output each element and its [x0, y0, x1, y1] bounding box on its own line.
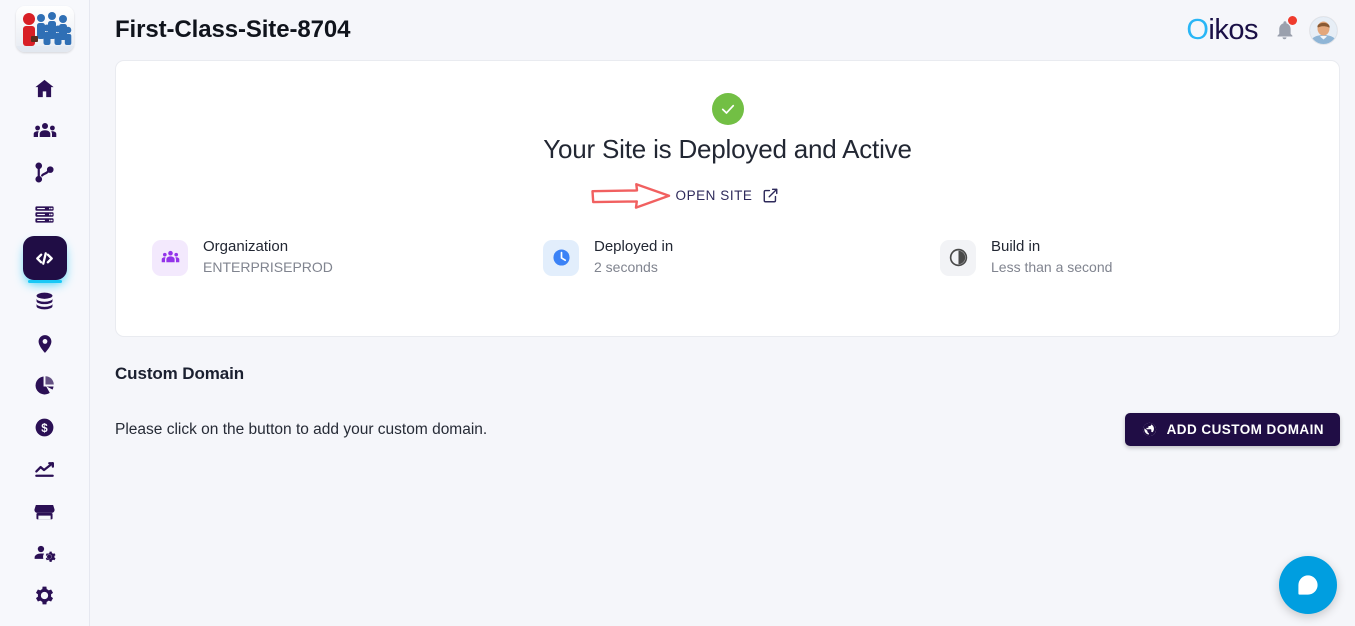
- stat-value: Less than a second: [991, 259, 1113, 276]
- stat-value: 2 seconds: [594, 259, 658, 276]
- dollar-circle-icon: $: [35, 418, 54, 437]
- add-custom-domain-label: ADD CUSTOM DOMAIN: [1166, 422, 1324, 437]
- sidebar-item-billing[interactable]: $: [23, 407, 67, 448]
- sidebar-item-teams[interactable]: [23, 110, 67, 151]
- page-title: First-Class-Site-8704: [115, 16, 351, 43]
- brand-logo[interactable]: [15, 6, 74, 52]
- notifications-button[interactable]: [1272, 16, 1297, 43]
- sidebar-item-code[interactable]: [22, 236, 67, 283]
- stat-label: Build in: [991, 238, 1041, 255]
- deploy-status-card: Your Site is Deployed and Active OPEN SI…: [115, 60, 1340, 337]
- stat-build-in: Build in Less than a second: [926, 237, 1339, 278]
- external-link-icon: [764, 188, 778, 203]
- map-pin-icon: [38, 334, 51, 353]
- stat-label: Deployed in: [594, 238, 674, 255]
- chat-widget-button[interactable]: [1279, 556, 1337, 614]
- code-brackets-icon: [36, 251, 53, 265]
- git-branch-icon: [35, 162, 54, 183]
- stat-text: Organization ENTERPRISEPROD: [203, 237, 333, 278]
- storefront-icon: [34, 504, 55, 520]
- people-group-logo: [15, 6, 74, 52]
- stat-label: Organization: [203, 238, 289, 255]
- sidebar-item-trends[interactable]: [23, 449, 67, 490]
- sidebar-item-database[interactable]: [23, 281, 67, 322]
- hand-drawn-arrow: [590, 182, 670, 209]
- deploy-stats-row: Organization ENTERPRISEPROD Deployed in …: [116, 237, 1339, 278]
- deploy-heading: Your Site is Deployed and Active: [543, 134, 912, 164]
- add-custom-domain-button[interactable]: ADD CUSTOM DOMAIN: [1124, 413, 1340, 446]
- stat-text: Deployed in 2 seconds: [594, 237, 673, 278]
- people-group-small-icon: [161, 251, 179, 263]
- sidebar-item-settings[interactable]: [23, 575, 67, 616]
- chat-bubble-icon: [1298, 575, 1318, 595]
- sidebar-item-analytics[interactable]: [23, 365, 67, 406]
- topbar: First-Class-Site-8704 Oikos: [90, 0, 1355, 60]
- green-check-circle: [711, 93, 744, 125]
- custom-domain-row: Please click on the button to add your c…: [115, 413, 1340, 446]
- open-site-label: OPEN SITE: [675, 188, 753, 203]
- app-root: $ First-Class-Site-8704 Oikos Your Site …: [0, 0, 1355, 626]
- people-icon: [33, 122, 56, 137]
- stat-deployed-in: Deployed in 2 seconds: [521, 237, 926, 278]
- svg-text:$: $: [41, 423, 48, 435]
- check-icon: [721, 104, 734, 114]
- main-area: First-Class-Site-8704 Oikos Your Site is…: [90, 0, 1355, 626]
- brand-rest: ikos: [1208, 13, 1258, 46]
- sidebar-item-accounts[interactable]: [23, 533, 67, 574]
- pie-chart-icon: [35, 376, 54, 395]
- custom-domain-title: Custom Domain: [115, 364, 245, 383]
- sidebar-item-pipelines[interactable]: [23, 152, 67, 193]
- sidebar-item-store[interactable]: [23, 491, 67, 532]
- stat-text: Build in Less than a second: [991, 237, 1112, 278]
- notification-badge: [1288, 16, 1297, 25]
- clock-glyph-icon: [552, 249, 570, 266]
- gear-icon: [35, 586, 54, 605]
- content: Your Site is Deployed and Active OPEN SI…: [90, 60, 1355, 446]
- open-site-link[interactable]: OPEN SITE: [676, 187, 780, 204]
- manage-accounts-icon: [34, 545, 56, 562]
- home-icon: [35, 79, 54, 98]
- half-circle-timer-icon: [940, 239, 976, 276]
- brand-letter-o: O: [1186, 13, 1209, 46]
- stat-value: ENTERPRISEPROD: [203, 259, 333, 276]
- sidebar-item-home[interactable]: [23, 68, 67, 109]
- globe-icon: [1142, 422, 1156, 437]
- trending-up-icon: [35, 462, 54, 477]
- custom-domain-description: Please click on the button to add your c…: [115, 420, 488, 438]
- user-avatar: [1310, 16, 1337, 44]
- server-stack-icon: [35, 206, 54, 223]
- brand-wordmark: Oikos: [1186, 14, 1258, 47]
- open-site-row: OPEN SITE: [116, 182, 1339, 209]
- stat-organization: Organization ENTERPRISEPROD: [116, 237, 521, 278]
- avatar[interactable]: [1310, 16, 1337, 44]
- deploy-card-header: Your Site is Deployed and Active OPEN SI…: [116, 61, 1339, 209]
- organization-people-icon: [152, 239, 188, 276]
- contrast-glyph-icon: [949, 248, 967, 267]
- sidebar-item-locations[interactable]: [23, 323, 67, 364]
- topbar-right: Oikos: [1186, 14, 1337, 47]
- clock-icon: [543, 239, 579, 276]
- database-icon: [36, 292, 53, 310]
- sidebar-item-servers[interactable]: [23, 194, 67, 235]
- sidebar: $: [0, 0, 90, 626]
